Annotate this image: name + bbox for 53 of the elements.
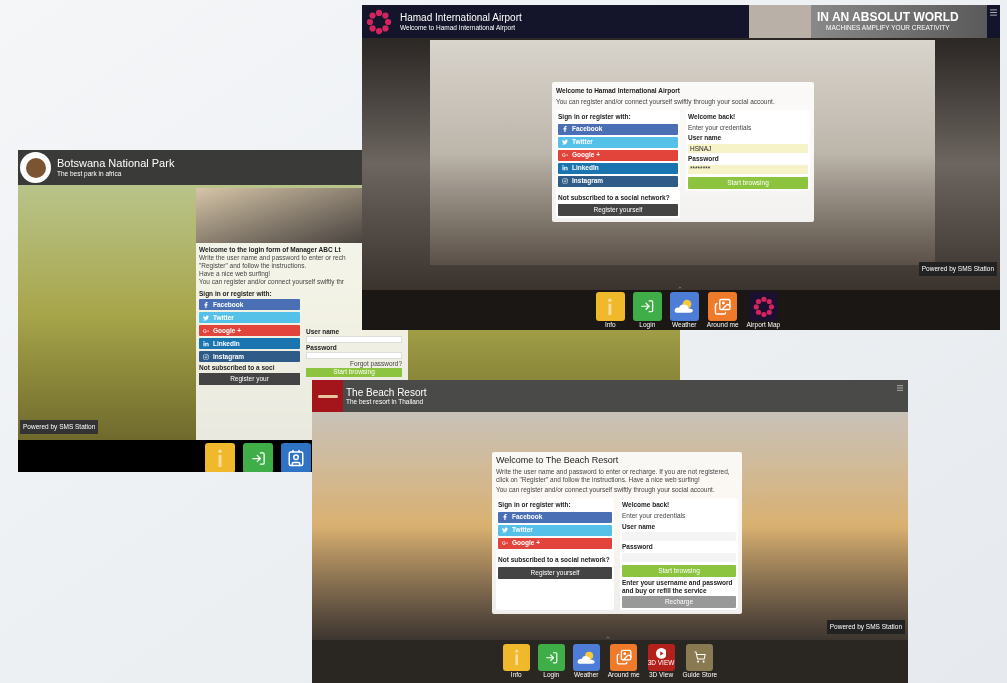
google-plus-icon [502, 540, 508, 547]
bird-icon [502, 527, 508, 534]
info-icon [217, 449, 223, 467]
app-tile[interactable] [632, 292, 662, 321]
app-tile[interactable] [669, 292, 699, 321]
facebook-icon [502, 514, 508, 521]
login-icon [544, 650, 558, 665]
flower-ring-icon [366, 8, 392, 35]
facebook-icon [562, 126, 568, 132]
bird-icon [562, 139, 568, 145]
photos-icon [714, 297, 732, 316]
site-title: Botswana National Park [57, 157, 175, 171]
app-tile[interactable] [595, 292, 625, 321]
chevron-up-icon[interactable] [676, 285, 684, 290]
contact-card-icon [287, 449, 305, 467]
ad-headline: IN AN ABSOLUT WORLD [817, 11, 959, 24]
site-title: Hamad International Airport [400, 12, 522, 25]
app-tile[interactable] [572, 644, 600, 671]
info-icon [607, 297, 614, 316]
chevron-up-icon[interactable] [604, 635, 612, 640]
app-tile[interactable] [686, 644, 714, 671]
google-plus-icon [562, 152, 568, 158]
flower-ring-icon [752, 295, 775, 318]
site-title: The Beach Resort [346, 386, 427, 399]
cart-icon [693, 651, 706, 664]
logo-icon [312, 380, 343, 412]
login-icon [250, 450, 266, 466]
info-icon [513, 649, 519, 666]
form-heading: Welcome to The Beach Resort [496, 456, 620, 465]
login-icon [640, 299, 655, 314]
bird-icon [203, 314, 209, 321]
sun-cloud-icon [674, 299, 695, 314]
photos-icon [615, 649, 632, 666]
linkedin-icon [203, 340, 209, 347]
app-tile[interactable] [537, 644, 565, 671]
linkedin-icon [562, 165, 568, 171]
app-tile[interactable] [281, 443, 311, 472]
app-tile[interactable] [708, 292, 738, 321]
play-icon [655, 648, 667, 660]
sun-cloud-icon [576, 650, 596, 665]
camera-icon [203, 353, 209, 360]
google-plus-icon [203, 327, 209, 334]
app-tile[interactable] [610, 644, 638, 671]
camera-icon [562, 178, 568, 184]
app-tile[interactable] [502, 644, 530, 671]
emblem-icon [20, 152, 51, 183]
username-field[interactable] [306, 336, 402, 343]
app-tile[interactable] [205, 443, 235, 472]
menu-icon[interactable] [989, 8, 998, 17]
password-field[interactable] [306, 352, 402, 359]
facebook-icon [203, 301, 209, 308]
app-tile[interactable] [748, 292, 778, 321]
app-tile[interactable] [243, 443, 273, 472]
